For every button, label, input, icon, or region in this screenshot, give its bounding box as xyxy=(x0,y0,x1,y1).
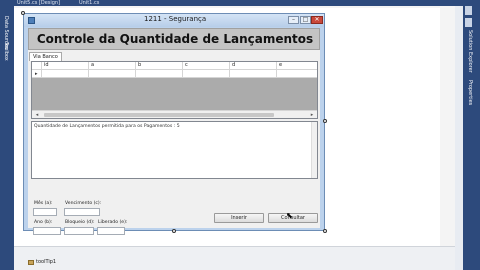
left-tool-rail: Data Sources Toolbox xyxy=(0,6,14,270)
window-title: 1211 - Segurança xyxy=(144,15,207,23)
insert-button[interactable]: Inserir xyxy=(214,213,264,223)
tooltip-component-label: toolTip1 xyxy=(36,259,57,265)
tooltip-icon xyxy=(28,259,34,265)
message-textbox[interactable]: Quantidade de Lançamentos permitida para… xyxy=(31,121,318,179)
tab-via-banco[interactable]: Via Banco xyxy=(29,52,62,61)
table-row[interactable]: ▸ xyxy=(32,70,317,78)
right-tool-rail: Solution Explorer Properties xyxy=(463,0,480,270)
window-titlebar[interactable]: 1211 - Segurança – □ ✕ xyxy=(24,14,324,27)
properties-pin-icon[interactable] xyxy=(465,18,472,27)
cell-id[interactable] xyxy=(42,70,89,78)
column-header-e[interactable]: e xyxy=(277,62,317,70)
cell-d[interactable] xyxy=(230,70,277,78)
row-marker-icon: ▸ xyxy=(35,71,38,77)
resize-handle-right[interactable] xyxy=(323,119,327,123)
tooltip-component[interactable]: toolTip1 xyxy=(28,259,56,265)
liberado-field[interactable] xyxy=(97,227,125,235)
cell-a[interactable] xyxy=(89,70,136,78)
scroll-thumb[interactable] xyxy=(44,113,274,117)
cell-b[interactable] xyxy=(136,70,183,78)
scroll-left-icon[interactable]: ◂ xyxy=(33,111,41,119)
solution-explorer-tab[interactable]: Solution Explorer xyxy=(467,30,473,73)
form-client-area: Controle da Quantidade de Lançamentos Vi… xyxy=(28,28,320,235)
vencimento-label: Vencimento (c): xyxy=(65,201,102,206)
vencimento-field[interactable] xyxy=(64,208,100,216)
liberado-label: Liberado (e): xyxy=(98,220,128,225)
ano-label: Ano (b): xyxy=(34,220,53,225)
maximize-button[interactable]: □ xyxy=(300,16,311,24)
cell-c[interactable] xyxy=(183,70,230,78)
resize-handle-bottom[interactable] xyxy=(172,229,176,233)
mouse-pointer-icon: ⬉ xyxy=(286,211,293,220)
row-header[interactable]: ▸ xyxy=(32,70,42,78)
minimize-button[interactable]: – xyxy=(288,16,299,24)
solution-explorer-icon[interactable] xyxy=(465,6,472,15)
scroll-right-icon[interactable]: ▸ xyxy=(308,111,316,119)
right-scroll-rail xyxy=(455,6,463,270)
properties-tab[interactable]: Properties xyxy=(467,80,473,105)
data-grid[interactable]: id a b c d e ▸ ◂ ▸ xyxy=(31,61,318,119)
column-header-b[interactable]: b xyxy=(136,62,183,70)
column-header-a[interactable]: a xyxy=(89,62,136,70)
message-vertical-scrollbar[interactable] xyxy=(311,122,317,178)
mes-label: Mês (a): xyxy=(34,201,53,206)
header-title: Controle da Quantidade de Lançamentos xyxy=(36,32,314,46)
cell-e[interactable] xyxy=(277,70,317,78)
column-header-id[interactable]: id xyxy=(42,62,89,70)
mes-field[interactable] xyxy=(33,208,57,216)
component-tray xyxy=(14,246,455,270)
grid-horizontal-scrollbar[interactable]: ◂ ▸ xyxy=(32,110,317,118)
resize-handle-bottom-right[interactable] xyxy=(323,229,327,233)
ano-field[interactable] xyxy=(33,227,61,235)
toolbox-tab[interactable]: Toolbox xyxy=(3,42,9,61)
app-icon xyxy=(28,17,35,24)
form-window: 1211 - Segurança – □ ✕ Controle da Quant… xyxy=(23,13,325,235)
close-button[interactable]: ✕ xyxy=(311,16,323,24)
message-text: Quantidade de Lançamentos permitida para… xyxy=(34,124,180,129)
bloqueio-field[interactable] xyxy=(64,227,94,235)
grid-header-row: id a b c d e xyxy=(32,62,317,70)
header-panel: Controle da Quantidade de Lançamentos xyxy=(28,28,320,50)
column-header-d[interactable]: d xyxy=(230,62,277,70)
bloqueio-label: Bloqueio (d): xyxy=(65,220,95,225)
column-header-c[interactable]: c xyxy=(183,62,230,70)
grid-corner xyxy=(32,62,42,70)
resize-handle-top-left[interactable] xyxy=(21,11,25,15)
consultar-button[interactable]: Consultar xyxy=(268,213,318,223)
